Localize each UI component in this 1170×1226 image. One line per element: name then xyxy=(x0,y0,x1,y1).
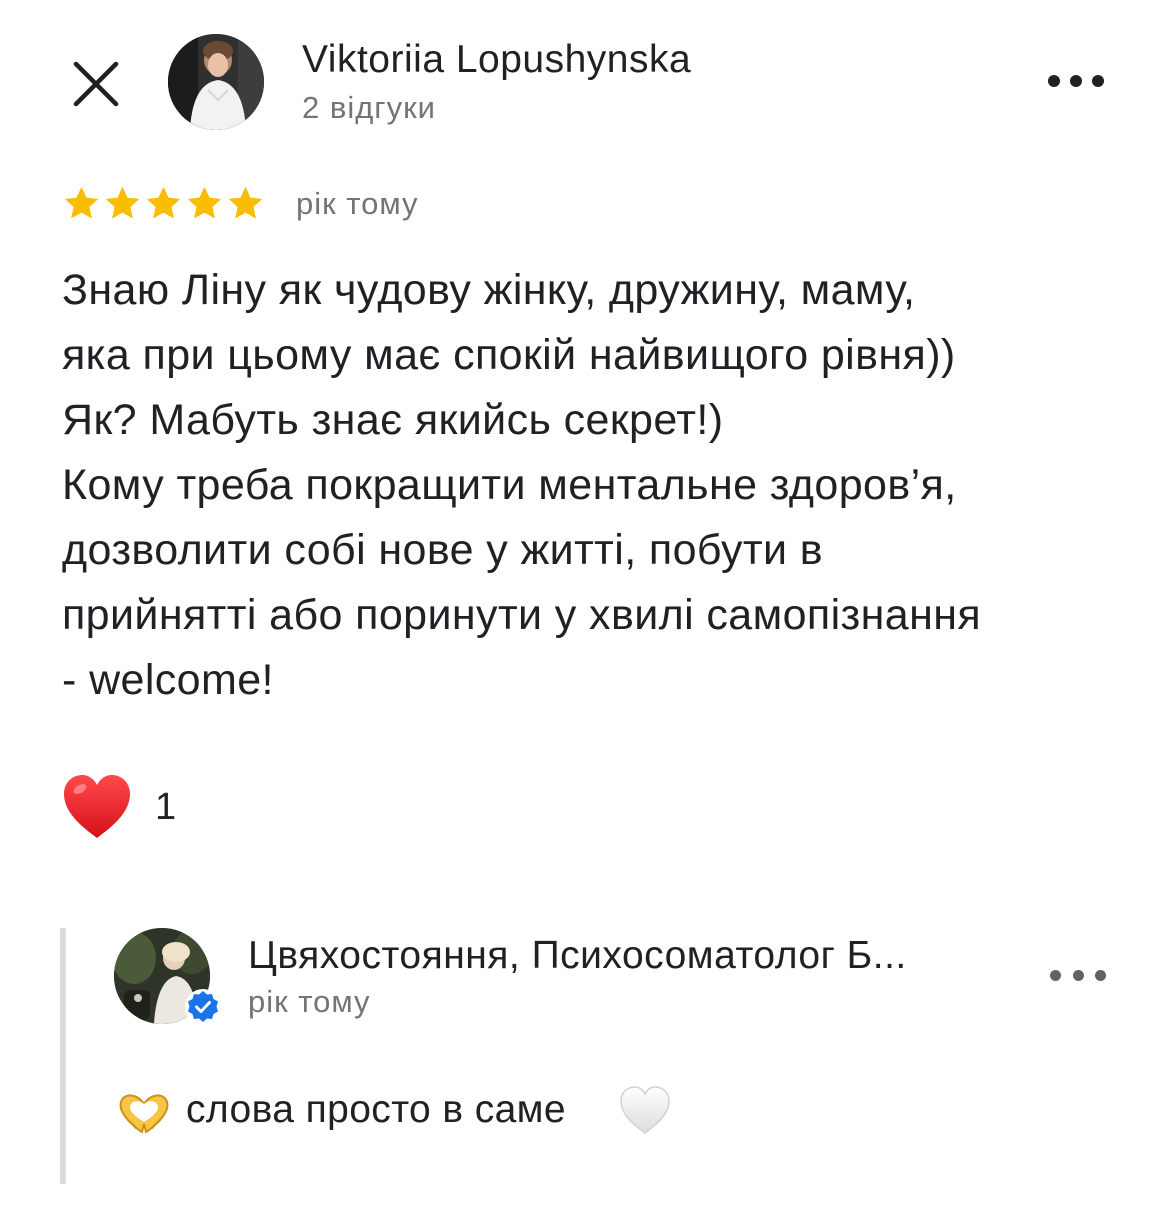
review-time: рік тому xyxy=(296,186,419,221)
reply-text: слова просто в саме xyxy=(186,1088,566,1131)
red-heart-icon xyxy=(64,775,130,838)
review-text-line: прийнятті або поринути у хвилі самопізна… xyxy=(62,591,982,639)
reply-time: рік тому xyxy=(248,984,371,1019)
reaction-button[interactable] xyxy=(60,772,134,842)
review-text-line: Як? Мабуть знає якийсь секрет!) xyxy=(62,396,724,444)
review-text-line: Кому треба покращити ментальне здоров’я, xyxy=(62,461,957,509)
more-dot xyxy=(1072,969,1084,981)
review-text-line: яка при цьому має спокій найвищого рівня… xyxy=(62,331,956,379)
author-name[interactable]: Viktoriia Lopushynska xyxy=(302,38,691,82)
star-icon xyxy=(105,186,140,219)
close-button[interactable] xyxy=(70,58,122,110)
review-text-line: Знаю Ліну як чудову жінку, дружину, маму… xyxy=(62,266,916,314)
more-horizontal-icon xyxy=(1048,75,1060,87)
heart-hands-emoji xyxy=(116,1090,172,1134)
author-avatar[interactable] xyxy=(168,34,264,130)
close-icon xyxy=(73,61,119,107)
verified-check-icon xyxy=(185,989,221,1025)
more-dot xyxy=(1070,75,1082,87)
review-text: Знаю Ліну як чудову жінку, дружину, маму… xyxy=(62,258,1142,713)
owner-name[interactable]: Цвяхостояння, Психосоматолог Б... xyxy=(248,934,907,978)
star-icon xyxy=(228,186,263,219)
star-icon xyxy=(187,186,222,219)
verified-owner-badge xyxy=(184,988,222,1026)
review-more-button[interactable] xyxy=(1048,66,1104,96)
more-dot xyxy=(1095,969,1106,981)
white-heart-emoji xyxy=(618,1084,672,1136)
reply-divider xyxy=(60,928,66,1184)
author-review-count: 2 відгуки xyxy=(302,90,436,125)
star-icon xyxy=(64,186,99,219)
review-text-line: - welcome! xyxy=(62,656,274,704)
more-horizontal-icon xyxy=(1050,969,1061,981)
reply-more-button[interactable] xyxy=(1050,960,1106,990)
star-icon xyxy=(146,186,181,219)
more-dot xyxy=(1092,75,1104,87)
reaction-count: 1 xyxy=(155,786,177,828)
review-detail-page: Viktoriia Lopushynska 2 відгуки рік тому… xyxy=(0,0,1170,1226)
rating-stars xyxy=(62,184,265,223)
review-text-line: дозволити собі нове у житті, побути в xyxy=(62,526,824,574)
